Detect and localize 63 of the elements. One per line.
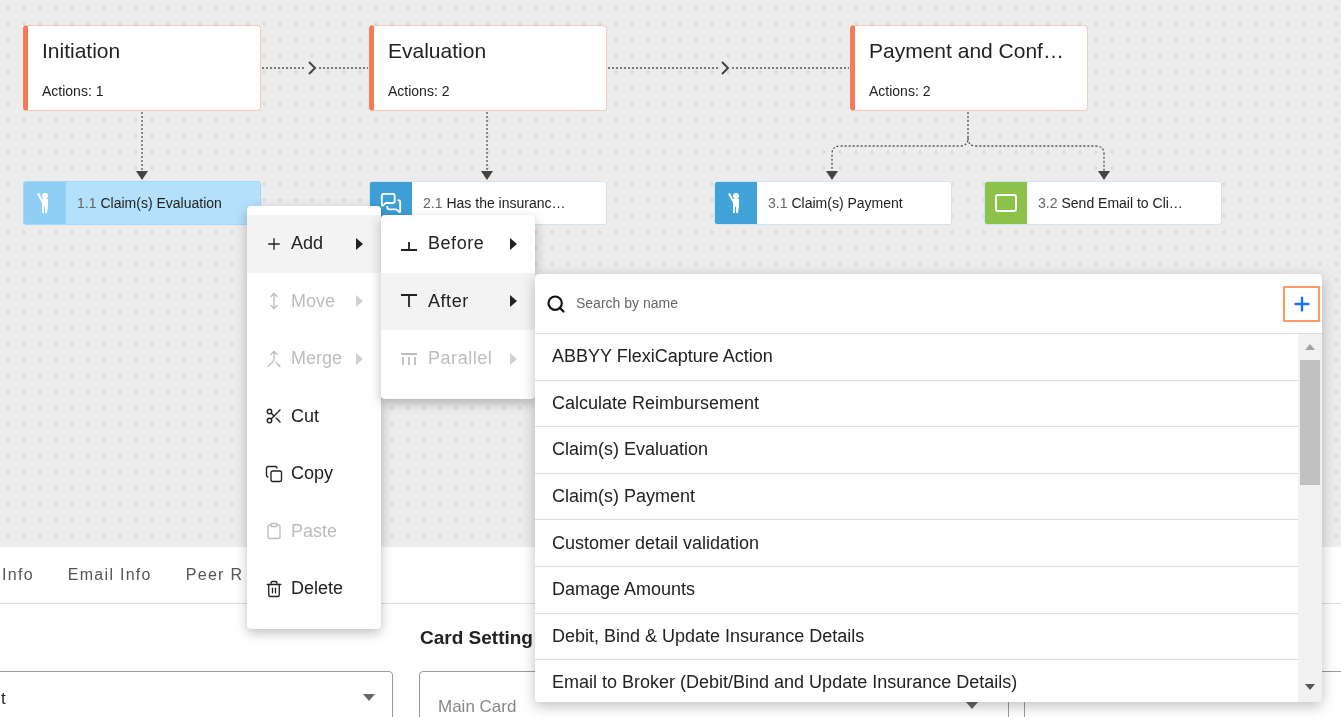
- submenu-caret-icon: [356, 352, 363, 365]
- search-field[interactable]: Search by name: [576, 293, 1283, 314]
- action-number: 3.1: [768, 193, 788, 213]
- scroll-up-icon[interactable]: [1305, 344, 1315, 350]
- connector-arrow: [136, 111, 148, 180]
- tab[interactable]: Info: [2, 559, 34, 591]
- list-item[interactable]: Customer detail validation: [535, 520, 1298, 567]
- action-card[interactable]: 3.2 Send Email to Cli…: [984, 181, 1222, 225]
- menu-item[interactable]: Add: [247, 215, 381, 273]
- action-label: Claim(s) Evaluation: [100, 193, 222, 213]
- action-card[interactable]: 3.1 Claim(s) Payment: [714, 181, 952, 225]
- action-label: Has the insuranc…: [446, 193, 566, 213]
- tab[interactable]: Peer R: [185, 559, 244, 591]
- menu-item[interactable]: Copy: [247, 445, 381, 503]
- list-item[interactable]: Calculate Reimbursement: [535, 380, 1298, 428]
- scroll-down-icon[interactable]: [1305, 684, 1315, 690]
- tab[interactable]: Email Info: [67, 559, 152, 591]
- action-card[interactable]: 1.1 Claim(s) Evaluation: [23, 181, 261, 225]
- list-item[interactable]: Claim(s) Evaluation: [535, 427, 1298, 474]
- add-button[interactable]: [1283, 285, 1320, 322]
- submenu-caret-icon: [510, 352, 517, 365]
- action-label: Claim(s) Payment: [791, 193, 903, 213]
- stage-card[interactable]: Initiation Actions: 1: [23, 25, 261, 111]
- action-number: 2.1: [423, 193, 443, 213]
- submenu-caret-icon: [510, 237, 517, 250]
- dropdown-caret-icon: [363, 694, 375, 701]
- list-item[interactable]: Damage Amounts: [535, 566, 1298, 614]
- select-field[interactable]: t: [0, 671, 393, 717]
- list-item[interactable]: ABBYY FlexiCapture Action: [535, 334, 1298, 381]
- menu-item[interactable]: Cut: [247, 387, 381, 445]
- insert-after-icon: [400, 294, 418, 309]
- action-number: 1.1: [77, 193, 97, 213]
- merge-icon: [265, 349, 283, 368]
- field-placeholder: Main Card: [438, 697, 517, 716]
- scissors-icon: [265, 407, 283, 426]
- submenu-caret-icon: [356, 237, 363, 250]
- scrollbar-thumb[interactable]: [1300, 360, 1320, 485]
- stage-action-count: Actions: 1: [42, 82, 105, 101]
- action-label: Send Email to Cli…: [1061, 193, 1183, 213]
- scrollbar[interactable]: [1298, 334, 1322, 702]
- stage-title: Payment and Conf…: [869, 38, 1065, 64]
- list-item[interactable]: Claim(s) Payment: [535, 473, 1298, 521]
- trash-icon: [265, 579, 283, 598]
- speech-bubbles-icon: [380, 192, 402, 214]
- menu-item[interactable]: After: [381, 272, 535, 330]
- stage-title: Initiation: [42, 38, 122, 64]
- parallel-icon: [400, 351, 418, 366]
- stage-card[interactable]: Evaluation Actions: 2: [369, 25, 607, 111]
- stage-action-count: Actions: 2: [388, 82, 451, 101]
- list-item[interactable]: Debit, Bind & Update Insurance Details: [535, 613, 1298, 661]
- clipboard-icon: [265, 522, 283, 541]
- copy-icon: [265, 464, 283, 483]
- action-number: 3.2: [1038, 193, 1058, 213]
- stage-title: Evaluation: [388, 38, 488, 64]
- stage-action-count: Actions: 2: [869, 82, 932, 101]
- menu-item[interactable]: Delete: [247, 560, 381, 618]
- submenu-caret-icon: [356, 295, 363, 308]
- select-value: t: [1, 688, 6, 710]
- connector-arrow: [481, 111, 493, 180]
- section-heading: Card Setting: [420, 626, 533, 650]
- stage-card[interactable]: Payment and Conf… Actions: 2: [850, 25, 1088, 111]
- submenu-caret-icon: [510, 295, 517, 308]
- search-icon: [546, 293, 566, 314]
